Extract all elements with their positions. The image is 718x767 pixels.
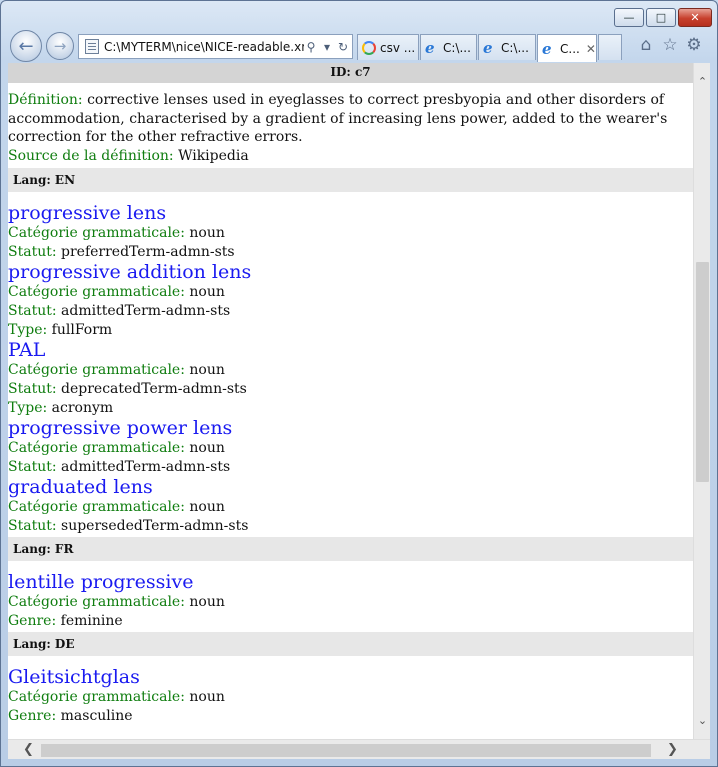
term-pos: Catégorie grammaticale: noun	[8, 440, 225, 456]
term-title: progressive addition lens	[8, 261, 252, 283]
tab-csv[interactable]: csv ...	[357, 34, 419, 60]
tab-ie-1[interactable]: e C:\...	[420, 34, 477, 60]
vertical-scroll-thumb[interactable]	[696, 262, 709, 482]
tab-label: csv ...	[380, 40, 416, 55]
term-type: Type: acronym	[8, 400, 114, 416]
lang-section-fr: lentille progressive Catégorie grammatic…	[8, 561, 693, 631]
term-status: Statut: preferredTerm-admn-sts	[8, 244, 235, 260]
arrow-right-icon: →	[53, 37, 67, 55]
term-title: lentille progressive	[8, 571, 194, 593]
page-icon	[85, 39, 99, 54]
term-gender: Genre: feminine	[8, 613, 123, 629]
definition-block: Définition: corrective lenses used in ey…	[8, 83, 693, 167]
browser-toolbar: ← → C:\MYTERM\nice\NICE-readable.xml ⚲ ▾…	[0, 29, 716, 65]
term-pos: Catégorie grammaticale: noun	[8, 689, 225, 705]
minimize-button[interactable]: —	[614, 8, 644, 27]
scroll-up-icon[interactable]: ⌃	[694, 73, 711, 90]
horizontal-scrollbar[interactable]: ❮ ❯	[8, 739, 710, 759]
term-pos: Catégorie grammaticale: noun	[8, 499, 225, 515]
term-status: Statut: deprecatedTerm-admn-sts	[8, 381, 247, 397]
google-icon	[362, 40, 376, 55]
term-title: progressive power lens	[8, 417, 233, 439]
horizontal-scroll-thumb[interactable]	[41, 744, 651, 757]
term-status: Statut: admittedTerm-admn-sts	[8, 459, 231, 475]
home-icon[interactable]: ⌂	[634, 35, 658, 55]
term-pos: Catégorie grammaticale: noun	[8, 225, 225, 241]
tab-label: C:\...	[501, 40, 529, 55]
address-url[interactable]: C:\MYTERM\nice\NICE-readable.xml	[104, 40, 304, 54]
lang-header-en: Lang: EN	[8, 168, 693, 192]
term-title: progressive lens	[8, 202, 167, 224]
ie-icon: e	[542, 39, 552, 58]
ie-icon: e	[483, 38, 493, 57]
term-type: Type: fullForm	[8, 322, 113, 338]
term-title: PAL	[8, 339, 46, 361]
term-title: Gleitsichtglas	[8, 666, 140, 688]
tab-label: C:\...	[443, 40, 471, 55]
term-status: Statut: supersededTerm-admn-sts	[8, 518, 249, 534]
lang-section-de: Gleitsichtglas Catégorie grammaticale: n…	[8, 656, 693, 726]
back-button[interactable]: ←	[10, 30, 42, 62]
lang-section-en: progressive lens Catégorie grammaticale:…	[8, 192, 693, 536]
term-pos: Catégorie grammaticale: noun	[8, 362, 225, 378]
ie-icon: e	[425, 38, 435, 57]
source-value: Wikipedia	[178, 147, 249, 164]
tab-strip: csv ... e C:\... e C:\... e C... ✕	[357, 34, 623, 62]
tab-close-icon[interactable]: ✕	[586, 42, 596, 56]
window-caption-buttons: — □ ✕	[612, 8, 712, 27]
term-pos: Catégorie grammaticale: noun	[8, 284, 225, 300]
forward-button[interactable]: →	[46, 32, 74, 60]
address-bar[interactable]: C:\MYTERM\nice\NICE-readable.xml ⚲ ▾ ↻	[78, 34, 353, 59]
scroll-right-icon[interactable]: ❯	[664, 742, 681, 759]
close-button[interactable]: ✕	[678, 8, 712, 27]
lang-header-fr: Lang: FR	[8, 537, 693, 561]
scroll-down-icon[interactable]: ⌄	[694, 712, 711, 729]
page-viewport: ID: c7 Définition: corrective lenses use…	[8, 63, 693, 739]
vertical-scrollbar[interactable]: ⌃ ⌄	[693, 63, 710, 739]
lang-header-de: Lang: DE	[8, 632, 693, 656]
definition-label: Définition:	[8, 92, 83, 108]
new-tab-button[interactable]	[598, 34, 622, 60]
search-icon[interactable]: ⚲	[304, 40, 318, 54]
maximize-button[interactable]: □	[646, 8, 676, 27]
term-pos: Catégorie grammaticale: noun	[8, 594, 225, 610]
refresh-icon[interactable]: ↻	[336, 40, 350, 54]
tab-ie-2[interactable]: e C:\...	[478, 34, 536, 60]
dropdown-icon[interactable]: ▾	[320, 40, 334, 54]
source-label: Source de la définition:	[8, 147, 174, 164]
entry-id-header: ID: c7	[8, 63, 693, 83]
browser-tools: ⌂ ☆ ⚙	[634, 35, 706, 55]
favorites-star-icon[interactable]: ☆	[658, 35, 682, 55]
arrow-left-icon: ←	[18, 35, 34, 57]
gear-icon[interactable]: ⚙	[682, 35, 706, 55]
term-status: Statut: admittedTerm-admn-sts	[8, 303, 231, 319]
definition-text: corrective lenses used in eyeglasses to …	[8, 92, 668, 145]
tab-label: C...	[560, 41, 580, 56]
term-gender: Genre: masculine	[8, 708, 133, 724]
term-title: graduated lens	[8, 476, 153, 498]
tab-active[interactable]: e C... ✕	[537, 34, 597, 62]
scroll-left-icon[interactable]: ❮	[20, 742, 37, 759]
